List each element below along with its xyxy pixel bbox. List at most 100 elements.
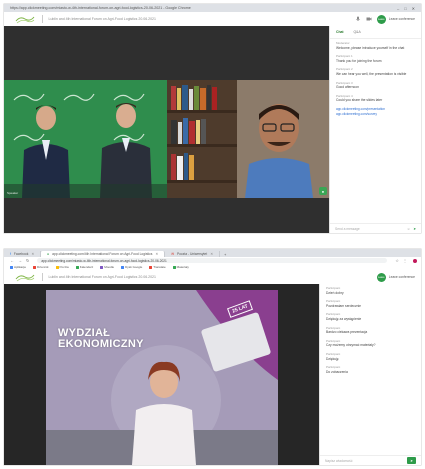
bookmark-label: Kalendarz — [79, 265, 94, 269]
url-field[interactable]: app.clickmeeting.com/miasto-w-4th-intern… — [37, 258, 388, 263]
leave-conference-text[interactable]: Leave conference — [389, 17, 415, 21]
bookmark-item[interactable]: Materiały — [172, 265, 189, 269]
mail-icon: ✉ — [171, 251, 174, 256]
chat-input-placeholder[interactable]: Send a message — [335, 227, 407, 231]
window-titlebar: https://app.clickmeeting.com/miasto-w-4t… — [4, 4, 421, 12]
bookmark-label: Translate — [153, 265, 166, 269]
browser-tabstrip: f Facebook ✕ ● app.clickmeeting.com/4th … — [4, 249, 421, 257]
close-tab-icon[interactable]: ✕ — [155, 252, 158, 256]
chat-text: Dzień dobry — [326, 290, 344, 295]
video-stage: WYDZIAŁ EKONOMICZNY 25 LAT — [4, 284, 320, 465]
bookmark-label: Dysk Google — [125, 265, 143, 269]
bookmark-item[interactable]: Aplikacje — [10, 265, 26, 269]
chat-text: Dziękuję — [326, 356, 339, 361]
microphone-icon[interactable] — [355, 16, 361, 22]
screenshot-1: https://app.clickmeeting.com/miasto-w-4t… — [4, 4, 421, 233]
bookmark-item[interactable]: Dysk Google — [121, 265, 142, 269]
bookmark-icon — [10, 265, 13, 269]
chat-text: Pozdrawiam serdecznie — [326, 303, 361, 308]
video-tile-speaker: ● — [167, 80, 330, 198]
chat-message: Participant 4 Could you share the slides… — [330, 92, 421, 105]
chat-text: Do zobaczenia — [326, 369, 348, 374]
leave-button-label: Leave — [378, 275, 385, 279]
chat-message: Participant 1 Thank you for joining the … — [330, 52, 421, 65]
send-button[interactable]: ➤ — [407, 457, 416, 464]
chat-composer[interactable]: Send a message ☺ ➤ — [330, 223, 421, 233]
close-icon[interactable]: ✕ — [412, 6, 415, 11]
tab-chat[interactable]: Chat — [336, 30, 344, 34]
chat-message: Participant Dziękuję — [320, 350, 421, 363]
leave-conference-text[interactable]: Leave conference — [389, 275, 415, 279]
chat-text: We can hear you well, the presentation i… — [336, 71, 407, 76]
chat-text: Welcome, please introduce yourself in th… — [336, 45, 405, 50]
chat-message: Participant Do zobaczenia — [320, 363, 421, 376]
minimize-icon[interactable]: – — [397, 6, 399, 11]
bookmark-icon — [75, 265, 79, 269]
speaker-status-icon: ● — [319, 187, 327, 195]
university-logo-icon — [15, 16, 35, 23]
bookmark-label: Dziennik — [37, 265, 49, 269]
close-tab-icon[interactable]: ✕ — [210, 252, 213, 256]
chat-message: Moderator Welcome, please introduce your… — [330, 39, 421, 52]
maximize-icon[interactable]: □ — [404, 6, 406, 11]
meeting-title: Lublin and 4th International Forum on Ag… — [48, 17, 156, 21]
leave-button[interactable]: Leave — [376, 272, 386, 282]
browser-tab-label: Poczta - Uniwersytet — [176, 251, 208, 256]
bookmark-label: Poczta — [59, 265, 69, 269]
chat-link[interactable]: app.clickmeeting.com/survey — [336, 112, 415, 117]
leave-button[interactable]: Leave — [376, 14, 386, 24]
meeting-header: Lublin and 4th International Forum on Ag… — [4, 270, 421, 285]
back-icon[interactable]: ← — [8, 258, 16, 263]
bookmark-label: Materiały — [176, 265, 189, 269]
bookmark-label: Aplikacje — [14, 265, 27, 269]
leave-button-label: Leave — [378, 17, 385, 21]
speaker-video-feed — [46, 290, 278, 465]
chat-sidebar: Participant Dzień dobry Participant Pozd… — [319, 284, 421, 465]
video-stage: Speaker ● — [4, 26, 330, 233]
clickmeeting-icon: ● — [47, 251, 50, 256]
send-icon[interactable]: ➤ — [413, 227, 416, 231]
panelists-video-feed — [4, 80, 167, 198]
avatar[interactable] — [413, 258, 417, 263]
header-divider — [42, 15, 43, 23]
chat-message: Participant Dzień dobry — [320, 284, 421, 297]
emoji-icon[interactable]: ☺ — [407, 227, 410, 231]
bookmark-icon — [149, 265, 153, 269]
star-icon[interactable]: ☆ — [393, 258, 401, 263]
chat-message: Participant Dziękuję za wystąpienie — [320, 310, 421, 323]
chat-input-placeholder[interactable]: Napisz wiadomość — [325, 459, 407, 463]
tab-qa[interactable]: Q&A — [354, 30, 361, 34]
meeting-header: Lublin and 4th International Forum on Ag… — [4, 12, 421, 27]
video-tile-panelists: Speaker — [4, 80, 167, 198]
bookmark-item[interactable]: Kalendarz — [75, 265, 94, 269]
chat-text: Thank you for joining the forum — [336, 58, 382, 63]
chat-message: Participant Bardzo ciekawa prezentacja — [320, 324, 421, 337]
browser-tab-label: Facebook — [13, 251, 29, 256]
chat-text: Could you share the slides later — [336, 98, 383, 103]
camera-icon[interactable] — [366, 16, 372, 22]
chat-message: Participant 3 Good afternoon — [330, 79, 421, 92]
bookmark-item[interactable]: Dziennik — [33, 265, 49, 269]
bookmark-item[interactable]: Poczta — [55, 265, 69, 269]
window-title: https://app.clickmeeting.com/miasto-w-4t… — [10, 6, 191, 10]
tile-label: Speaker — [7, 191, 19, 195]
bookmark-item[interactable]: Translate — [149, 265, 166, 269]
video-tile-speaker: WYDZIAŁ EKONOMICZNY 25 LAT — [46, 290, 278, 465]
chat-composer[interactable]: Napisz wiadomość ➤ — [320, 455, 421, 465]
bookmark-icon — [121, 265, 125, 269]
bookmark-icon — [33, 265, 37, 269]
extensions-icon[interactable]: ⋮ — [401, 258, 409, 263]
facebook-icon: f — [10, 251, 11, 256]
bookmark-icon — [100, 265, 104, 269]
browser-tab-label: app.clickmeeting.com/4th International F… — [52, 251, 153, 256]
chat-text: Good afternoon — [336, 85, 359, 90]
bookmark-item[interactable]: Moodle — [100, 265, 114, 269]
window-controls: – □ ✕ — [397, 6, 421, 11]
reload-icon[interactable]: ↻ — [24, 258, 31, 263]
bookmark-icon — [172, 265, 176, 269]
close-tab-icon[interactable]: ✕ — [31, 252, 34, 256]
forward-icon[interactable]: → — [16, 258, 24, 263]
chat-text: Czy możemy otrzymać materiały? — [326, 343, 376, 348]
meeting-title: Lublin and 4th International Forum on Ag… — [48, 275, 156, 279]
header-divider — [42, 273, 43, 281]
